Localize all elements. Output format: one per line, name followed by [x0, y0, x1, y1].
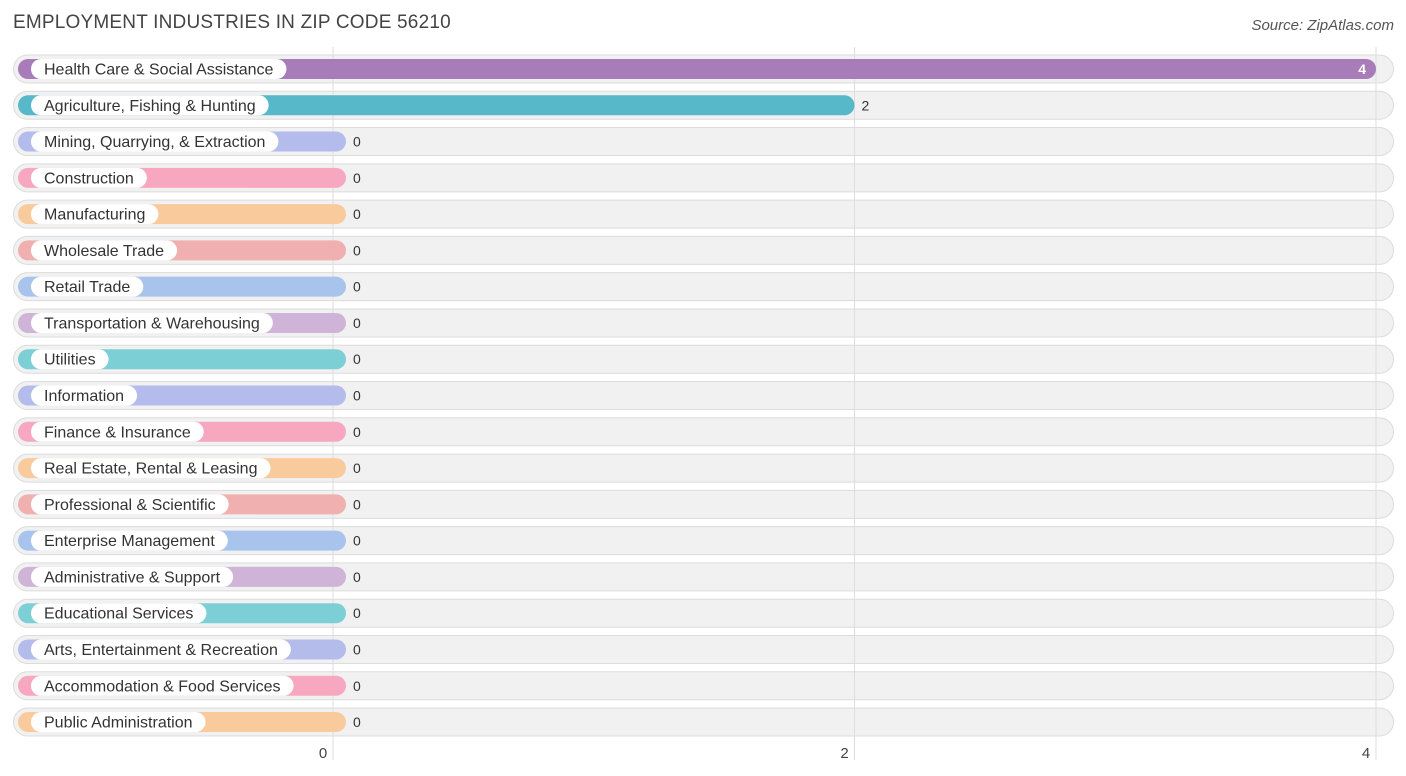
category-label: Manufacturing — [44, 207, 145, 224]
value-label: 0 — [353, 569, 361, 585]
value-label: 0 — [353, 424, 361, 440]
value-label: 0 — [353, 279, 361, 295]
category-label: Construction — [44, 170, 134, 187]
category-label: Retail Trade — [44, 279, 130, 296]
value-label: 0 — [353, 678, 361, 694]
category-label: Finance & Insurance — [44, 424, 191, 441]
category-label: Transportation & Warehousing — [44, 315, 260, 332]
value-label: 0 — [353, 242, 361, 258]
category-label: Professional & Scientific — [44, 497, 216, 514]
category-label: Arts, Entertainment & Recreation — [44, 642, 278, 659]
category-label: Agriculture, Fishing & Hunting — [44, 98, 256, 115]
value-label: 0 — [353, 605, 361, 621]
category-label: Administrative & Support — [44, 569, 221, 586]
category-label: Wholesale Trade — [44, 243, 164, 260]
value-label: 0 — [353, 641, 361, 657]
value-label: 0 — [353, 206, 361, 222]
category-label: Health Care & Social Assistance — [44, 62, 274, 79]
bar-chart: Health Care & Social Assistance 4 Agricult… — [13, 47, 1394, 762]
value-label: 0 — [353, 170, 361, 186]
category-label: Public Administration — [44, 715, 193, 732]
value-label: 2 — [862, 97, 870, 113]
value-label: 0 — [353, 315, 361, 331]
category-label: Enterprise Management — [44, 533, 215, 550]
category-label: Utilities — [44, 352, 96, 369]
x-tick-label: 2 — [840, 745, 848, 762]
value-label: 0 — [353, 533, 361, 549]
category-label: Educational Services — [44, 606, 193, 623]
category-label: Information — [44, 388, 124, 405]
value-label: 0 — [353, 351, 361, 367]
value-label: 0 — [353, 388, 361, 404]
value-label: 4 — [1358, 61, 1366, 77]
x-tick-label: 4 — [1362, 745, 1370, 762]
x-tick-label: 0 — [319, 745, 327, 762]
value-label: 0 — [353, 460, 361, 476]
category-label: Accommodation & Food Services — [44, 678, 281, 695]
category-label: Real Estate, Rental & Leasing — [44, 461, 257, 478]
value-label: 0 — [353, 134, 361, 150]
value-label: 0 — [353, 714, 361, 730]
category-label: Mining, Quarrying, & Extraction — [44, 134, 265, 151]
value-label: 0 — [353, 496, 361, 512]
